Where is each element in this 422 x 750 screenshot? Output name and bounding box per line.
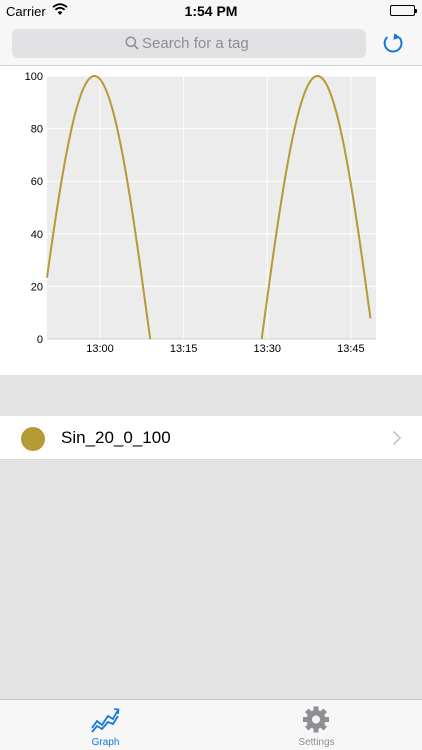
tag-name: Sin_20_0_100 bbox=[61, 428, 171, 447]
tab-settings-label: Settings bbox=[298, 737, 335, 748]
y-tick-label: 100 bbox=[25, 71, 43, 83]
tab-settings[interactable]: Settings bbox=[211, 700, 422, 750]
plot-area bbox=[47, 76, 376, 339]
graph-icon bbox=[90, 706, 120, 739]
nav-bar bbox=[0, 22, 422, 66]
chevron-right-icon bbox=[392, 430, 402, 451]
y-tick-label: 60 bbox=[31, 176, 43, 188]
search-bar[interactable] bbox=[12, 29, 366, 58]
tab-graph-label: Graph bbox=[91, 737, 120, 748]
search-input[interactable] bbox=[142, 29, 352, 58]
gear-icon bbox=[301, 706, 331, 739]
x-tick-label: 13:30 bbox=[253, 343, 281, 355]
tab-bar: Graph Settings bbox=[0, 699, 422, 750]
section-divider bbox=[0, 375, 422, 416]
y-tick-label: 0 bbox=[37, 334, 43, 346]
x-tick-label: 13:15 bbox=[170, 343, 198, 355]
y-tick-label: 20 bbox=[31, 281, 43, 293]
x-tick-label: 13:45 bbox=[337, 343, 365, 355]
tag-color-dot bbox=[21, 427, 45, 451]
x-tick-label: 13:00 bbox=[86, 343, 114, 355]
status-time: 1:54 PM bbox=[184, 3, 238, 19]
battery-icon bbox=[390, 5, 417, 16]
y-tick-label: 40 bbox=[31, 229, 43, 241]
search-icon bbox=[125, 36, 139, 55]
status-bar: Carrier 1:54 PM bbox=[0, 0, 422, 22]
tab-graph[interactable]: Graph bbox=[0, 700, 211, 750]
refresh-icon[interactable] bbox=[378, 28, 408, 58]
chart-panel: 0 20 40 60 80 100 13:00 13:15 13:30 13:45 bbox=[0, 66, 422, 375]
y-tick-label: 80 bbox=[31, 124, 43, 136]
line-chart[interactable]: 0 20 40 60 80 100 13:00 13:15 13:30 13:45 bbox=[0, 66, 422, 375]
tag-list-item[interactable]: Sin_20_0_100 bbox=[0, 416, 422, 460]
